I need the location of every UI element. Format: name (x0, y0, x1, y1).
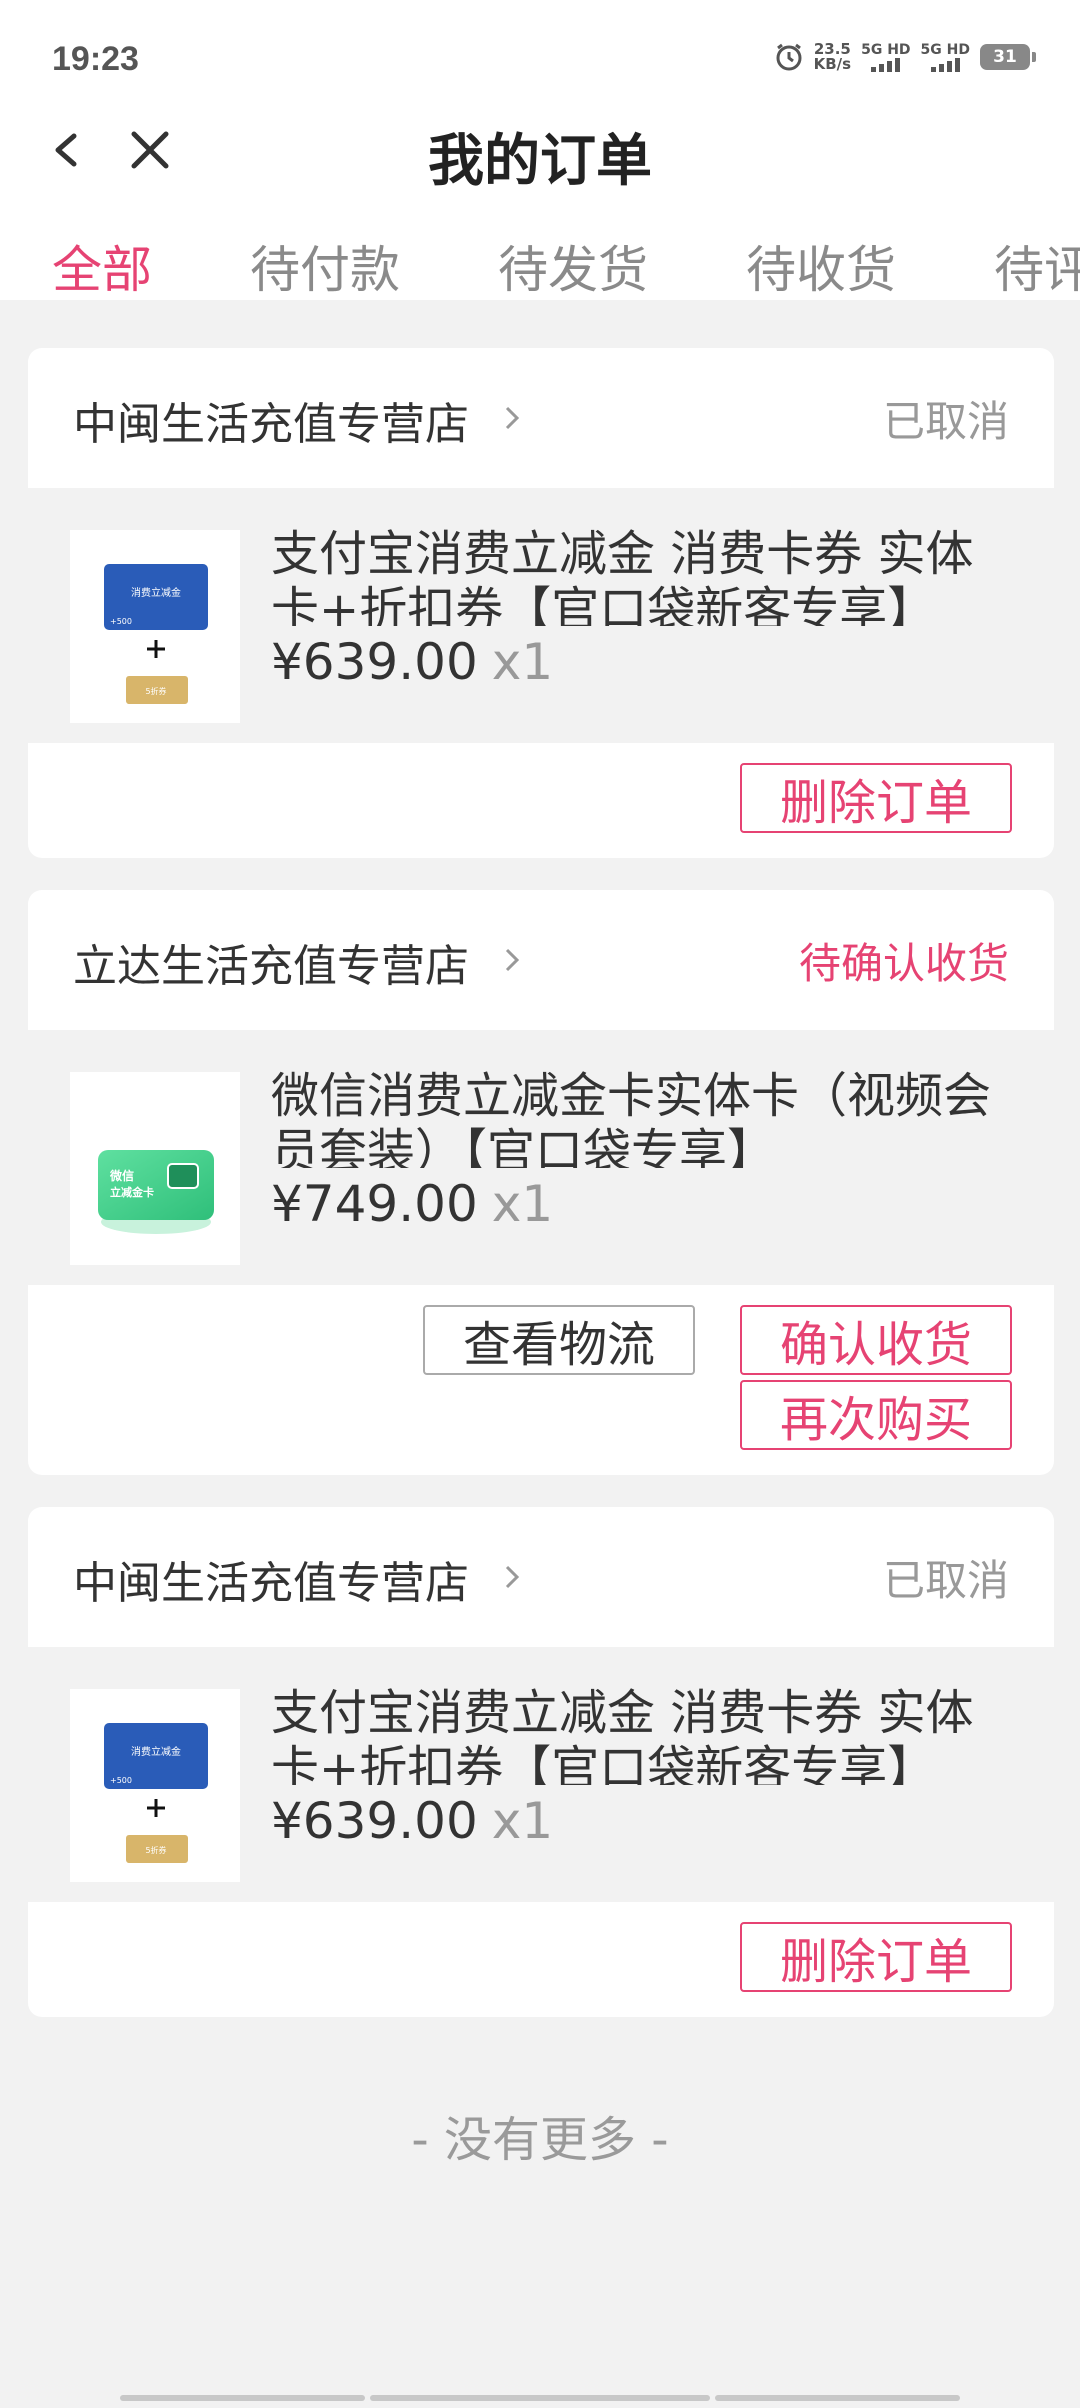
product-price: ¥639.00 (271, 633, 478, 691)
alarm-icon (776, 43, 802, 71)
order-actions: 删除订单 (28, 743, 1054, 858)
order-status: 已取消 (882, 397, 1009, 446)
product-title[interactable]: 支付宝消费立减金 消费卡券 实体卡+折扣券【官口袋新客专享】 (271, 1685, 1021, 1785)
product-title[interactable]: 支付宝消费立减金 消费卡券 实体卡+折扣券【官口袋新客专享】 (271, 526, 1021, 626)
confirm-receipt-button[interactable]: 确认收货 (740, 1305, 1012, 1375)
order-item[interactable]: 微信 立减金卡 微信消费立减金卡实体卡（视频会员套装）【官口袋专享】 ¥749.… (28, 1030, 1054, 1285)
delete-order-button[interactable]: 删除订单 (740, 763, 1012, 833)
price-row: ¥639.00 x1 (271, 633, 553, 691)
network-speed: 23.5 KB/s (813, 40, 852, 73)
view-logistics-button[interactable]: 查看物流 (423, 1305, 695, 1375)
thumb-card-label: 消费立减金 (131, 1745, 181, 1758)
delete-order-button[interactable]: 删除订单 (740, 1922, 1012, 1992)
product-thumbnail[interactable]: 微信 立减金卡 (70, 1072, 240, 1265)
product-title[interactable]: 微信消费立减金卡实体卡（视频会员套装）【官口袋专享】 (271, 1068, 1021, 1168)
price-row: ¥749.00 x1 (271, 1175, 553, 1233)
sim2-signal: 5G HD (921, 42, 970, 72)
signal-bars-icon (930, 58, 960, 72)
gesture-bar (0, 2395, 1080, 2401)
tab-all[interactable]: 全部 (52, 230, 152, 300)
sim1-signal: 5G HD (861, 42, 911, 72)
product-price: ¥749.00 (271, 1175, 478, 1233)
thumb-coupon-label: 5折券 (145, 686, 166, 696)
no-more-text: - 没有更多 - (411, 2112, 669, 2168)
header: 我的订单 全部 待付款 待发货 待收货 待评 (0, 120, 1080, 300)
order-actions: 删除订单 (28, 1902, 1054, 2017)
tab-pending-shipment[interactable]: 待发货 (498, 230, 648, 300)
thumb-card-label: 消费立减金 (131, 586, 181, 599)
product-quantity: x1 (491, 633, 554, 691)
order-status: 待确认收货 (798, 939, 1009, 988)
order-card-header: 中闽生活充值专营店 已取消 (28, 1507, 1054, 1647)
battery-icon: 31 (980, 44, 1036, 70)
product-thumbnail[interactable]: 消费立减金 +500 5折券 (70, 1689, 240, 1882)
thumb-card-label-1: 微信 (109, 1168, 134, 1183)
order-card-header: 立达生活充值专营店 待确认收货 (28, 890, 1054, 1030)
product-quantity: x1 (491, 1175, 554, 1233)
product-thumbnail[interactable]: 消费立减金 +500 5折券 (70, 530, 240, 723)
order-tabs: 全部 待付款 待发货 待收货 待评 (0, 230, 1080, 300)
product-price: ¥639.00 (271, 1792, 478, 1850)
gesture-segment (370, 2395, 710, 2401)
tab-pending-receipt[interactable]: 待收货 (746, 230, 896, 300)
order-actions: 查看物流 确认收货 再次购买 (28, 1285, 1054, 1475)
shop-name[interactable]: 立达生活充值专营店 (73, 930, 469, 994)
thumb-coupon-label: 5折券 (145, 1845, 166, 1855)
order-item[interactable]: 消费立减金 +500 5折券 支付宝消费立减金 消费卡券 实体卡+折扣券【官口袋… (28, 488, 1054, 743)
chevron-right-icon[interactable] (503, 946, 521, 974)
product-quantity: x1 (491, 1792, 554, 1850)
gesture-segment (715, 2395, 960, 2401)
signal-bars-icon (871, 58, 901, 72)
shop-name[interactable]: 中闽生活充值专营店 (73, 1547, 469, 1611)
tab-pending-payment[interactable]: 待付款 (250, 230, 400, 300)
price-row: ¥639.00 x1 (271, 1792, 553, 1850)
page-title: 我的订单 (428, 129, 652, 194)
thumb-card-label-2: 立减金卡 (110, 1185, 154, 1199)
thumb-card-amount: +500 (110, 617, 132, 626)
status-icons: 23.5 KB/s 5G HD 5G HD 31 (774, 40, 1036, 73)
thumb-card-amount: +500 (110, 1776, 132, 1785)
status-bar: 19:23 23.5 KB/s 5G HD 5G HD 31 (0, 0, 1080, 120)
gesture-segment (120, 2395, 365, 2401)
order-card-header: 中闽生活充值专营店 已取消 (28, 348, 1054, 488)
shop-name[interactable]: 中闽生活充值专营店 (73, 388, 469, 452)
buy-again-button[interactable]: 再次购买 (740, 1380, 1012, 1450)
order-status: 已取消 (882, 1556, 1009, 1605)
tab-pending-review[interactable]: 待评 (994, 230, 1080, 300)
chevron-right-icon[interactable] (503, 1563, 521, 1591)
chevron-right-icon[interactable] (503, 404, 521, 432)
order-item[interactable]: 消费立减金 +500 5折券 支付宝消费立减金 消费卡券 实体卡+折扣券【官口袋… (28, 1647, 1054, 1902)
status-time: 19:23 (52, 40, 139, 78)
